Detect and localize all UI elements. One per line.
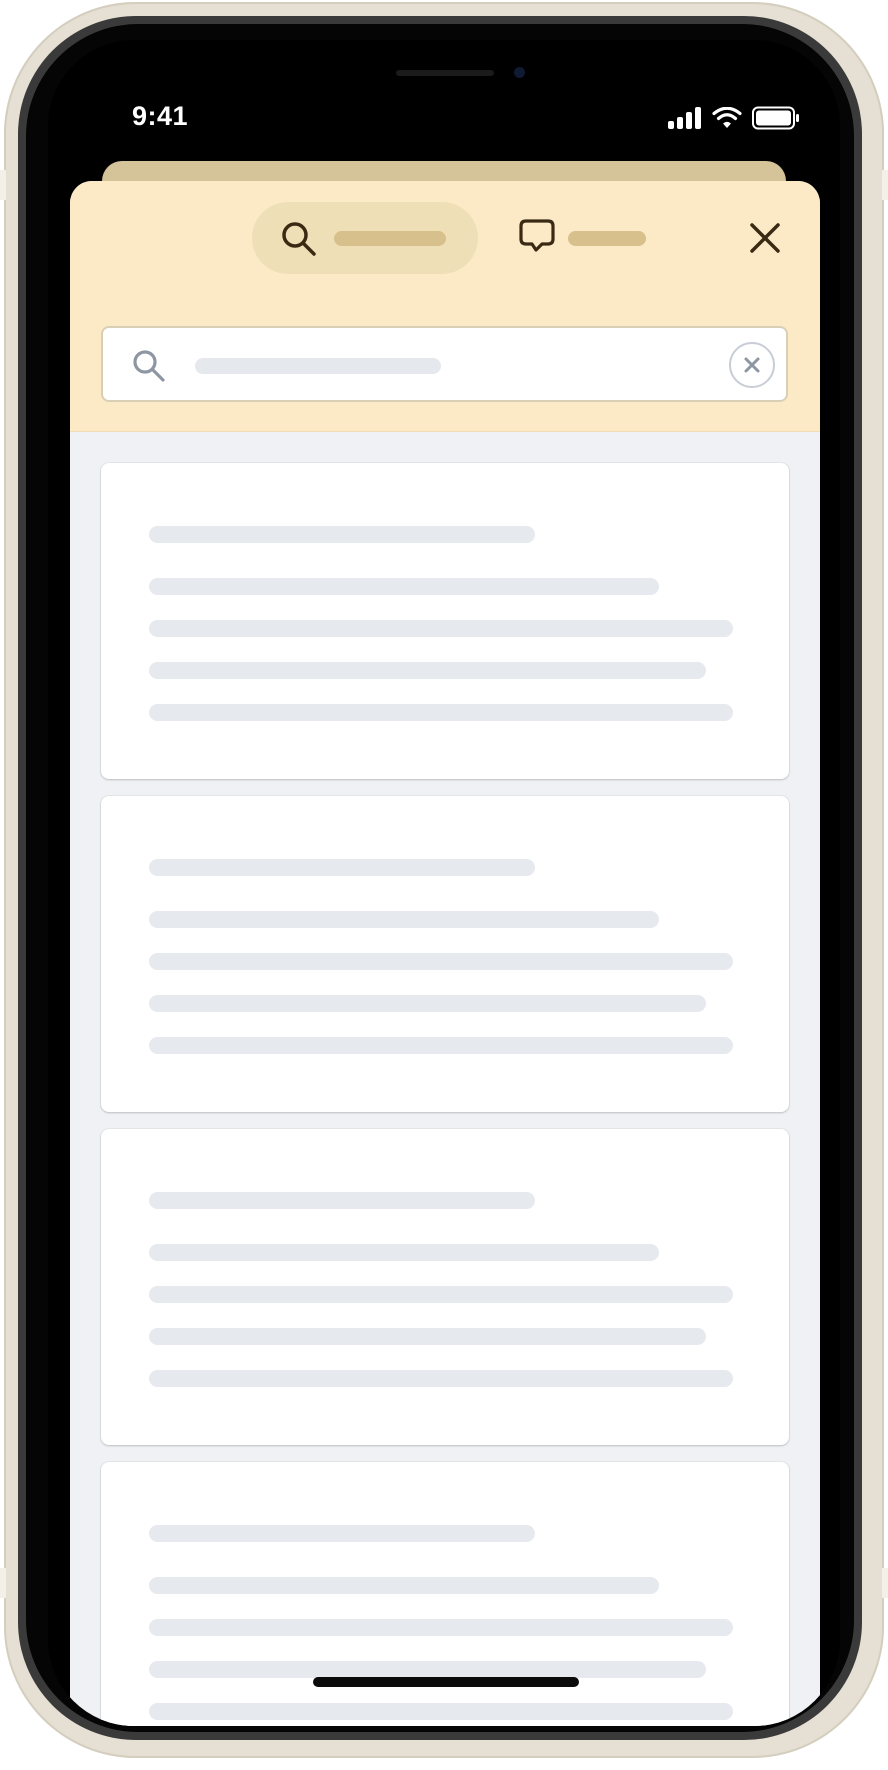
earpiece-speaker: [396, 70, 494, 76]
search-sheet: [70, 181, 820, 1726]
wifi-icon: [712, 107, 742, 128]
skeleton-text-line: [149, 620, 733, 637]
skeleton-text-line: [149, 1619, 733, 1636]
skeleton-text-line: [149, 1703, 733, 1720]
search-icon: [282, 222, 316, 256]
tab-search[interactable]: [252, 202, 478, 274]
skeleton-title-line: [149, 1192, 535, 1209]
search-input[interactable]: [193, 342, 653, 386]
skeleton-text-line: [149, 1577, 659, 1594]
skeleton-text-line: [149, 578, 659, 595]
phone-side-button: [882, 1568, 888, 1598]
status-time: 9:41: [132, 101, 189, 131]
home-indicator[interactable]: [313, 1677, 579, 1687]
status-icons: [668, 106, 800, 130]
skeleton-text-line: [149, 1244, 659, 1261]
close-button[interactable]: [742, 215, 788, 261]
skeleton-title-line: [149, 526, 535, 543]
tab-chat[interactable]: [490, 202, 646, 274]
skeleton-text-line: [149, 995, 706, 1012]
search-field[interactable]: [101, 326, 788, 402]
tab-chat-label: [568, 231, 646, 246]
skeleton-text-line: [149, 1328, 706, 1345]
skeleton-title-line: [149, 859, 535, 876]
clear-search-button[interactable]: [729, 342, 775, 388]
skeleton-text-line: [149, 1661, 706, 1678]
skeleton-text-line: [149, 953, 733, 970]
skeleton-text-line: [149, 1286, 733, 1303]
skeleton-title-line: [149, 1525, 535, 1542]
skeleton-text-line: [149, 1370, 733, 1387]
close-icon: [750, 223, 780, 253]
front-camera: [514, 67, 525, 78]
tab-search-label: [334, 231, 446, 246]
skeleton-text-line: [149, 911, 659, 928]
phone-side-button: [0, 1568, 6, 1598]
search-icon: [133, 350, 165, 382]
chat-bubble-icon: [519, 219, 555, 252]
sheet-header: [70, 181, 820, 432]
phone-side-button: [0, 170, 6, 200]
clear-x-icon: [744, 357, 760, 373]
result-card-skeleton[interactable]: [101, 796, 789, 1112]
skeleton-text-line: [149, 1037, 733, 1054]
skeleton-text-line: [149, 704, 733, 721]
result-card-skeleton[interactable]: [101, 463, 789, 779]
result-card-skeleton[interactable]: [101, 1129, 789, 1445]
cellular-signal-icon: [668, 107, 701, 129]
screen: 9:41: [48, 40, 840, 1726]
skeleton-text-line: [149, 662, 706, 679]
battery-icon: [752, 106, 799, 130]
phone-side-button: [882, 170, 888, 200]
